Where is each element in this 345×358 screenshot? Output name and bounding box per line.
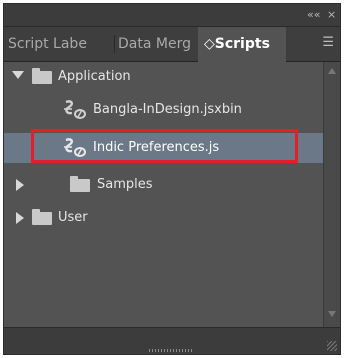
vertical-scrollbar[interactable] — [323, 62, 340, 327]
panel-title-bar: «« × — [4, 4, 340, 27]
collapse-panel-icon[interactable]: «« — [307, 8, 320, 21]
tree-item-user[interactable]: User — [4, 203, 324, 233]
tree-item-label: Samples — [97, 177, 153, 192]
expand-triangle-icon[interactable] — [16, 179, 24, 191]
folder-icon — [32, 68, 52, 84]
script-file-icon — [64, 100, 86, 119]
corner-resize-icon[interactable] — [327, 341, 337, 351]
tree-item-label: Application — [58, 69, 131, 84]
tree-item-label: Bangla-InDesign.jsxbin — [93, 102, 242, 117]
panel-menu-icon[interactable]: ☰ — [322, 35, 334, 50]
panel-tabs: Script Labe Data Merg ◇Scripts ☰ — [4, 27, 340, 62]
scroll-down-icon[interactable] — [328, 311, 336, 317]
tab-data-merge[interactable]: Data Merg — [118, 27, 204, 61]
tab-divider — [114, 35, 115, 53]
panel-bottom-bar — [4, 327, 340, 354]
close-panel-icon[interactable]: × — [327, 8, 336, 21]
tab-script-label[interactable]: Script Labe — [8, 27, 111, 61]
tree-item-label: User — [58, 210, 88, 225]
folder-icon — [32, 209, 52, 225]
expand-triangle-icon[interactable] — [12, 71, 24, 79]
tree-item-application[interactable]: Application — [4, 62, 324, 92]
tree-item-bangla-script[interactable]: Bangla-InDesign.jsxbin — [4, 95, 324, 125]
scroll-up-icon[interactable] — [328, 68, 336, 74]
highlight-outline — [31, 129, 298, 163]
expand-triangle-icon[interactable] — [16, 212, 24, 224]
script-tree: Application Bangla-InDesign.jsxbin Indic… — [4, 62, 324, 327]
resize-grip-icon[interactable] — [149, 349, 193, 352]
tab-scripts[interactable]: ◇Scripts — [198, 27, 286, 62]
scripts-panel: «« × Script Labe Data Merg ◇Scripts ☰ Ap… — [3, 3, 341, 355]
folder-icon — [70, 176, 90, 192]
tree-item-samples[interactable]: Samples — [4, 170, 324, 200]
